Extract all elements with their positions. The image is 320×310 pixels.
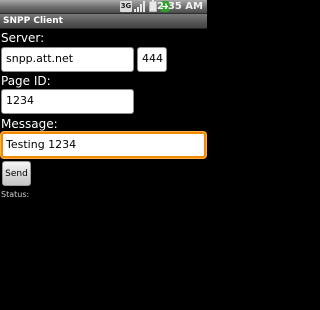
status-clock: 2:35 AM (156, 1, 203, 12)
page-id-label: Page ID: (1, 74, 51, 88)
server-label: Server: (1, 31, 45, 45)
signal-strength-icon (134, 1, 146, 12)
port-input[interactable]: 444 (137, 47, 167, 72)
app-title-bar: SNPP Client (0, 14, 207, 29)
server-input[interactable]: snpp.att.net (1, 47, 134, 72)
message-label: Message: (1, 117, 58, 131)
send-button[interactable]: Send (2, 161, 31, 186)
status-bar: 3G → 2:35 AM (0, 0, 207, 14)
page-id-input[interactable]: 1234 (1, 89, 134, 114)
message-input[interactable]: Testing 1234 (1, 132, 206, 158)
battery-icon (149, 0, 157, 12)
network-3g-icon: 3G (120, 1, 132, 12)
app-title: SNPP Client (3, 16, 63, 26)
status-label: Status: (1, 190, 30, 199)
device-screen: 3G → 2:35 AM SNPP Client Server: snpp.at… (0, 0, 207, 310)
